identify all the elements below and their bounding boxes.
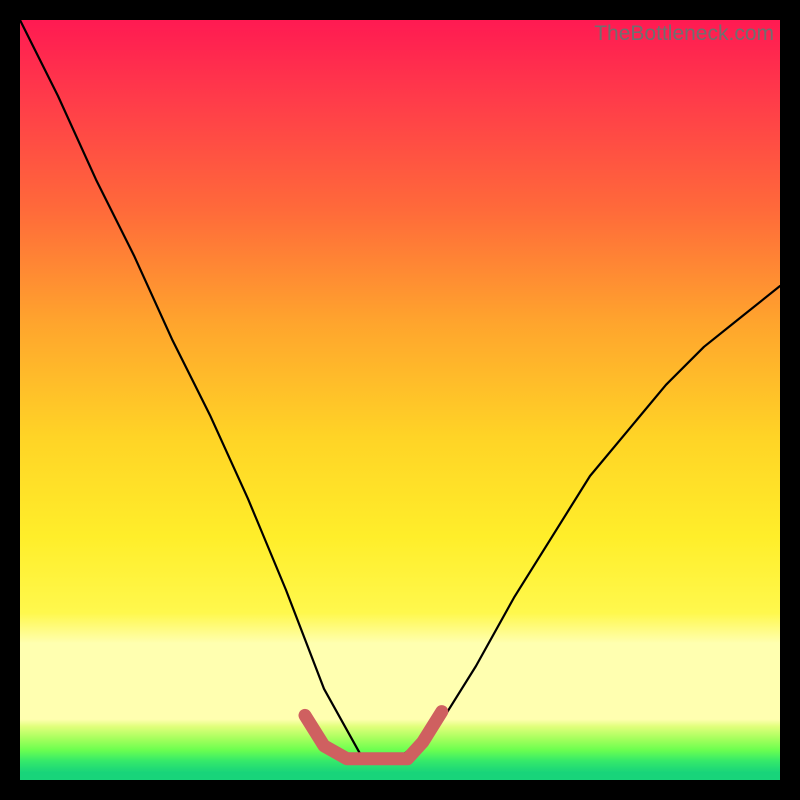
chart-frame: TheBottleneck.com	[0, 0, 800, 800]
curve-layer	[20, 20, 780, 780]
red-curve	[305, 712, 442, 759]
plot-area: TheBottleneck.com	[20, 20, 780, 780]
black-curve	[20, 20, 780, 757]
